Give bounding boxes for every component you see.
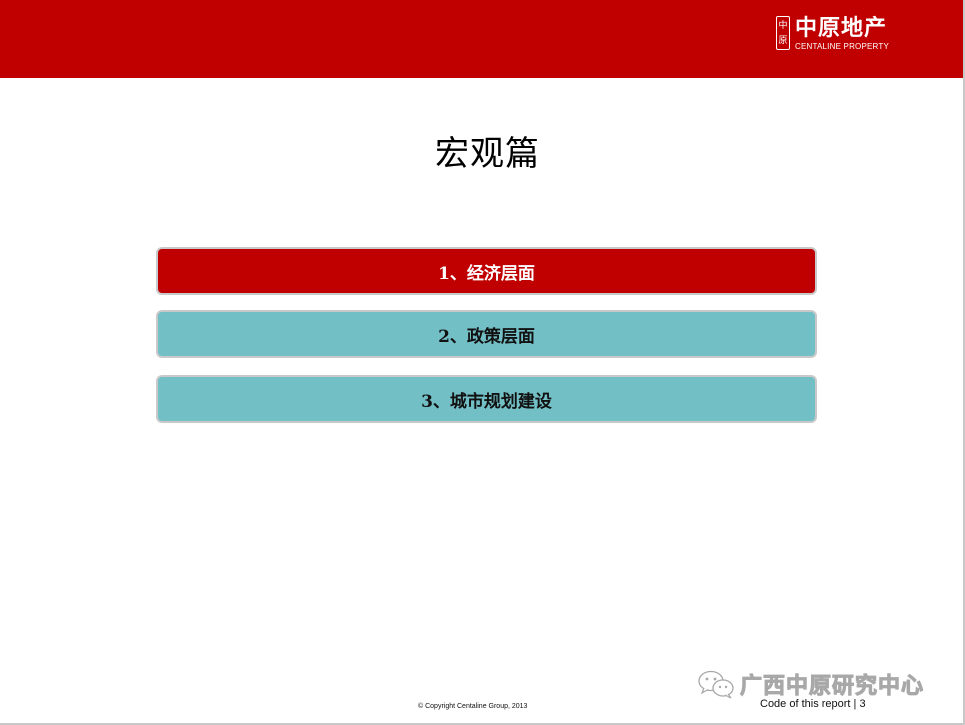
logo-seal: 中 原 — [776, 16, 790, 50]
section-policy-button[interactable]: 2、政策层面 — [156, 310, 817, 358]
watermark-text: 广西中原研究中心 — [739, 674, 925, 700]
slide: 中 原 中原地产 CENTALINE PROPERTY 宏观篇 1、经济层面 2… — [0, 0, 965, 725]
copyright-text: © Copyright Centaline Group, 2013 — [418, 703, 528, 710]
section-economy-button[interactable]: 1、经济层面 — [156, 247, 817, 295]
section-urban-planning-button[interactable]: 3、城市规划建设 — [156, 375, 817, 423]
wechat-icon — [698, 670, 734, 699]
logo-text: 中原地产 CENTALINE PROPERTY — [795, 16, 889, 52]
section-urban-planning-label: 3、城市规划建设 — [421, 391, 552, 412]
watermark: 广西中原研究中心 — [696, 668, 924, 700]
logo-chinese-name: 中原地产 — [795, 16, 888, 41]
page-title: 宏观篇 — [435, 134, 540, 174]
report-code-page-number: Code of this report | 3 — [760, 698, 866, 710]
header-band: 中 原 中原地产 CENTALINE PROPERTY — [0, 0, 963, 78]
section-economy-label: 1、经济层面 — [438, 263, 535, 284]
centaline-logo: 中 原 中原地产 CENTALINE PROPERTY — [776, 16, 889, 58]
logo-english-name: CENTALINE PROPERTY — [795, 42, 889, 51]
logo-seal-bottom: 原 — [778, 35, 788, 46]
section-policy-label: 2、政策层面 — [438, 326, 535, 347]
logo-seal-top: 中 — [778, 20, 788, 31]
